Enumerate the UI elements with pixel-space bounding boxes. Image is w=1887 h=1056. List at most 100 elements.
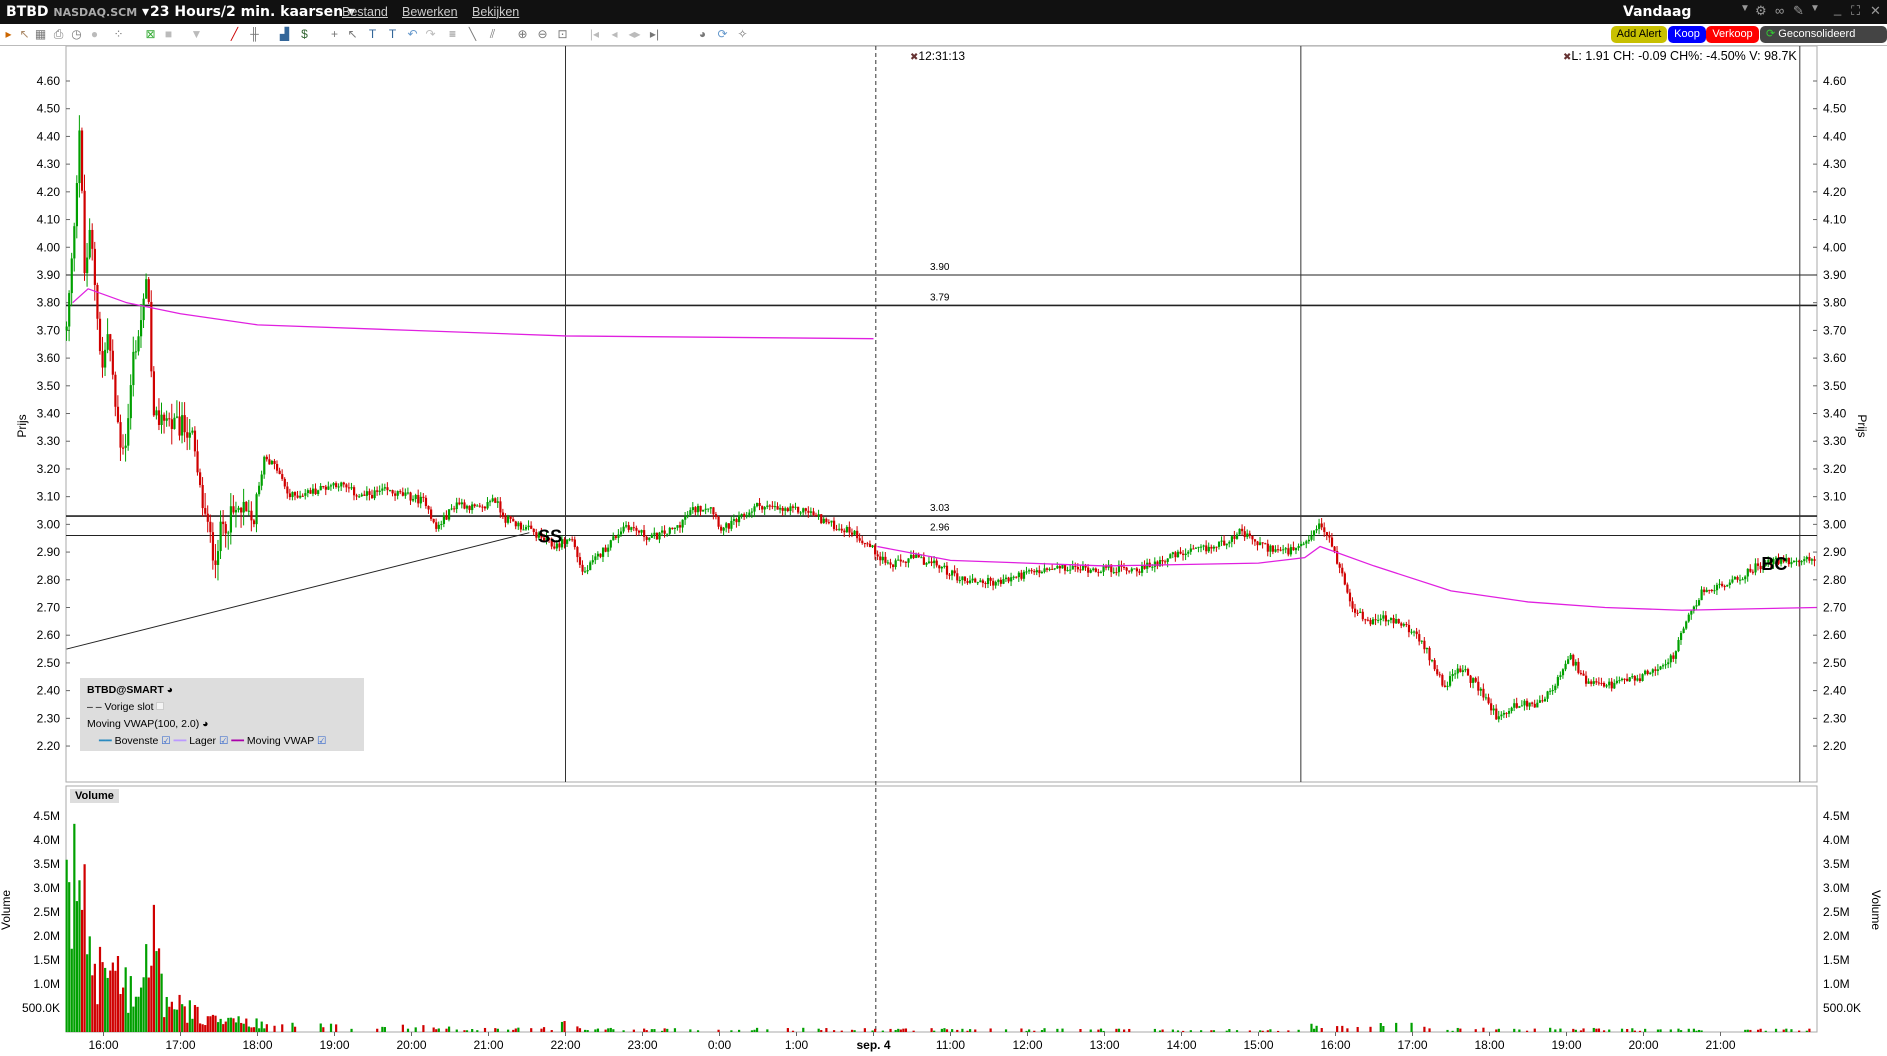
volume-bar — [422, 1025, 425, 1032]
menu-bekijken[interactable]: Bekijken — [472, 5, 519, 19]
price-chart[interactable]: 4.60 4.60 4.50 4.50 4.40 4.40 4.30 4.30 4.20 4.20… — [0, 46, 1887, 1056]
line-tool-icon[interactable]: ╲ — [466, 28, 479, 41]
volume-bar — [1620, 1028, 1624, 1032]
grid-icon[interactable]: ▦ — [34, 28, 47, 41]
range-selector[interactable]: Vandaag — [1623, 4, 1691, 20]
candle-body — [807, 510, 810, 513]
maximize-icon[interactable]: ⛶ — [1851, 3, 1860, 19]
y-tick-label-left: 2.70 — [37, 600, 61, 614]
fib-icon[interactable]: ≡ — [446, 28, 459, 41]
chart-settings-icon[interactable]: ⊠ — [144, 28, 157, 41]
trade-marker: BC — [1761, 554, 1787, 574]
candle-body — [1448, 676, 1452, 686]
record-icon[interactable]: ● — [88, 28, 101, 41]
x-tick-label: 18:00 — [1474, 1038, 1504, 1052]
menu-bewerken[interactable]: Bewerken — [402, 5, 458, 19]
globe-icon[interactable]: ◕ — [167, 684, 173, 696]
blank-icon[interactable]: ■ — [162, 28, 175, 41]
buy-button[interactable]: Koop — [1668, 26, 1706, 43]
candle-body — [594, 556, 597, 561]
globe-icon[interactable]: ◕ — [202, 718, 208, 730]
candle-body — [65, 326, 68, 331]
candle-body — [468, 505, 471, 511]
menu-bestand[interactable]: Bestand — [342, 5, 388, 19]
globe-icon[interactable]: ◕ — [696, 28, 709, 41]
horizontal-line-label: 3.03 — [930, 503, 950, 514]
clock-icon[interactable]: ◷ — [70, 28, 83, 41]
undo-icon[interactable]: ↶ — [406, 28, 419, 41]
candle-body — [324, 486, 327, 490]
candle-body — [945, 565, 949, 575]
candle-body — [1320, 523, 1323, 528]
scroll-right-icon[interactable]: ◂▸ — [628, 28, 641, 41]
text-icon[interactable]: T — [366, 28, 379, 41]
candle-body — [1808, 557, 1811, 561]
candle-body — [1325, 532, 1328, 536]
candle-body — [1333, 546, 1336, 552]
minimize-icon[interactable]: _ — [1834, 1, 1841, 16]
dollar-icon[interactable]: $ — [298, 28, 311, 41]
gear-icon[interactable]: ⚙ — [1755, 3, 1767, 19]
upper-checkbox[interactable]: ☑ — [161, 735, 170, 747]
scroll-left-icon[interactable]: ◂ — [608, 28, 621, 41]
x-tick-label: 22:00 — [550, 1038, 580, 1052]
sell-button[interactable]: Verkoop — [1706, 26, 1759, 43]
candle-body — [111, 350, 114, 375]
period-selector[interactable]: 23 Hours/2 min. kaarsen ▾ — [150, 4, 355, 20]
channel-icon[interactable]: ⫽ — [486, 28, 499, 41]
y-tick-label-left: 2.80 — [37, 573, 61, 587]
zoom-out-icon[interactable]: ⊖ — [536, 28, 549, 41]
candle-body — [465, 505, 469, 509]
zoom-in-icon[interactable]: ⊕ — [516, 28, 529, 41]
crosshair-icon[interactable]: + — [328, 28, 341, 41]
candle-body — [1397, 618, 1400, 624]
print-icon[interactable]: ⎙ — [52, 28, 65, 41]
candle-body — [1140, 565, 1144, 573]
candle-body — [1330, 537, 1334, 547]
prev-close-checkbox[interactable] — [156, 702, 165, 710]
dropdown-icon[interactable]: ▼ — [190, 28, 203, 41]
candle-body — [1058, 566, 1062, 569]
scroll-start-icon[interactable]: |◂ — [588, 28, 601, 41]
link-icon[interactable]: ∞ — [1775, 3, 1784, 18]
candle-body — [740, 514, 743, 516]
add-alert-button[interactable]: Add Alert — [1611, 26, 1667, 43]
candle-body — [1194, 547, 1198, 549]
candle-body — [1359, 611, 1362, 613]
candle-body — [1523, 700, 1526, 706]
y-tick-label-right: 4.00 — [1823, 240, 1847, 254]
consolidated-button[interactable]: ⟳ Geconsolideerd — [1760, 26, 1887, 43]
candle-body — [106, 334, 109, 350]
draw-line-icon[interactable]: ╱ — [228, 28, 241, 41]
candle-body — [1366, 619, 1370, 621]
scatter-icon[interactable]: ⁘ — [112, 28, 125, 41]
fit-icon[interactable]: ⊡ — [556, 28, 569, 41]
import-icon[interactable]: ▸ — [2, 28, 15, 41]
candle-body — [1423, 640, 1426, 650]
scroll-end-icon[interactable]: ▸| — [648, 28, 661, 41]
bar-chart-icon[interactable]: ╫ — [248, 28, 261, 41]
volume-bar — [666, 1028, 669, 1032]
chevron-down-icon[interactable]: ▼ — [1810, 3, 1820, 14]
candle-body — [458, 502, 461, 505]
candle-body — [1492, 708, 1495, 711]
candle-body — [1063, 564, 1067, 571]
close-icon[interactable]: ✕ — [1870, 3, 1881, 19]
vwap-checkbox[interactable]: ☑ — [317, 735, 326, 747]
redo-icon[interactable]: ↷ — [424, 28, 437, 41]
text-edit-icon[interactable]: T — [386, 28, 399, 41]
wrench-icon[interactable]: ✧ — [736, 28, 749, 41]
candle-body — [1230, 536, 1234, 542]
pointer-icon[interactable]: ↖ — [346, 28, 359, 41]
lower-checkbox[interactable]: ☑ — [219, 735, 228, 747]
volume-bar — [1697, 1029, 1701, 1032]
refresh-icon[interactable]: ⟳ — [716, 28, 729, 41]
volume-chart-icon[interactable]: ▟ — [278, 28, 291, 41]
pin-icon[interactable]: ✎ — [1793, 3, 1804, 19]
dropdown-icon[interactable]: ▼ — [1740, 3, 1750, 14]
volume-tick-label-right: 3.0M — [1823, 881, 1850, 895]
cursor-icon[interactable]: ↖ — [18, 28, 31, 41]
symbol-selector[interactable]: BTBD NASDAQ.SCM ▾ — [6, 4, 149, 20]
candle-body — [1076, 566, 1080, 570]
title-bar: BTBD NASDAQ.SCM ▾ 23 Hours/2 min. kaarse… — [0, 0, 1887, 24]
